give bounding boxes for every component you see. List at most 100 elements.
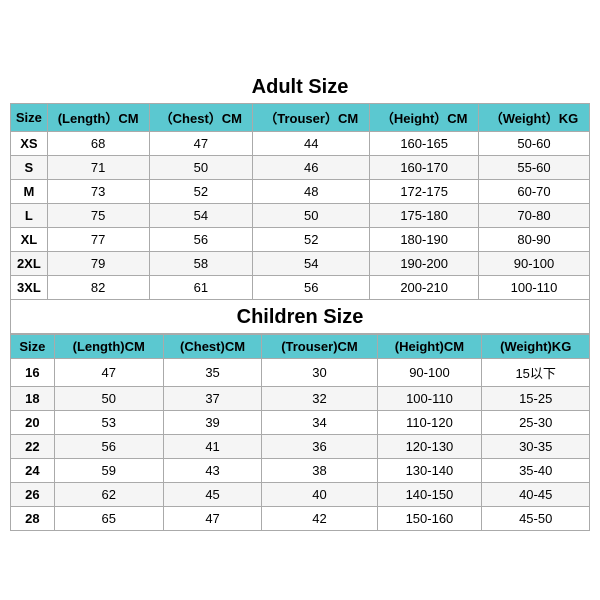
- table-cell: XS: [11, 131, 48, 155]
- adult-header-cell: （Weight）KG: [479, 103, 590, 131]
- table-cell: 140-150: [377, 482, 482, 506]
- table-cell: 172-175: [370, 179, 479, 203]
- table-cell: 200-210: [370, 275, 479, 299]
- table-cell: 39: [163, 410, 262, 434]
- adult-title: Adult Size: [10, 70, 590, 103]
- table-cell: 55-60: [479, 155, 590, 179]
- table-cell: 160-170: [370, 155, 479, 179]
- table-cell: 56: [253, 275, 370, 299]
- table-cell: 79: [47, 251, 149, 275]
- adult-section: Adult Size Size(Length）CM（Chest）CM（Trous…: [10, 70, 590, 300]
- table-cell: 30-35: [482, 434, 590, 458]
- children-title: Children Size: [10, 300, 590, 334]
- table-cell: 100-110: [377, 386, 482, 410]
- table-row: 20533934110-12025-30: [11, 410, 590, 434]
- table-cell: 40: [262, 482, 377, 506]
- table-row: M735248172-17560-70: [11, 179, 590, 203]
- table-cell: 44: [253, 131, 370, 155]
- size-chart: Adult Size Size (Length）CM（Chest）CM（Trous…: [10, 70, 590, 531]
- table-row: 2XL795854190-20090-100: [11, 251, 590, 275]
- children-header-cell: (Weight)KG: [482, 334, 590, 358]
- table-cell: 32: [262, 386, 377, 410]
- table-cell: 2XL: [11, 251, 48, 275]
- table-cell: 52: [149, 179, 253, 203]
- table-cell: L: [11, 203, 48, 227]
- table-cell: 16: [11, 358, 55, 386]
- table-cell: 48: [253, 179, 370, 203]
- table-cell: 47: [149, 131, 253, 155]
- children-header-cell: (Trouser)CM: [262, 334, 377, 358]
- table-cell: 42: [262, 506, 377, 530]
- table-cell: 90-100: [479, 251, 590, 275]
- table-cell: 62: [54, 482, 163, 506]
- table-cell: 22: [11, 434, 55, 458]
- adult-header-cell: （Trouser）CM: [253, 103, 370, 131]
- table-row: 22564136120-13030-35: [11, 434, 590, 458]
- table-cell: 82: [47, 275, 149, 299]
- table-cell: 25-30: [482, 410, 590, 434]
- table-cell: 40-45: [482, 482, 590, 506]
- table-cell: 3XL: [11, 275, 48, 299]
- table-cell: 61: [149, 275, 253, 299]
- table-cell: S: [11, 155, 48, 179]
- table-cell: 59: [54, 458, 163, 482]
- table-cell: 45: [163, 482, 262, 506]
- table-cell: 28: [11, 506, 55, 530]
- table-cell: M: [11, 179, 48, 203]
- table-row: 26624540140-15040-45: [11, 482, 590, 506]
- table-cell: 15-25: [482, 386, 590, 410]
- table-cell: 43: [163, 458, 262, 482]
- table-cell: 180-190: [370, 227, 479, 251]
- table-cell: 18: [11, 386, 55, 410]
- table-cell: 60-70: [479, 179, 590, 203]
- table-cell: 56: [54, 434, 163, 458]
- table-cell: 130-140: [377, 458, 482, 482]
- table-row: XS684744160-16550-60: [11, 131, 590, 155]
- table-cell: 30: [262, 358, 377, 386]
- table-cell: 20: [11, 410, 55, 434]
- table-cell: 45-50: [482, 506, 590, 530]
- table-row: 24594338130-14035-40: [11, 458, 590, 482]
- table-cell: 47: [163, 506, 262, 530]
- children-header-cell: Size: [11, 334, 55, 358]
- adult-header-cell: （Height）CM: [370, 103, 479, 131]
- table-row: 1647353090-10015以下: [11, 358, 590, 386]
- children-header-cell: (Length)CM: [54, 334, 163, 358]
- table-cell: 50: [253, 203, 370, 227]
- table-cell: 38: [262, 458, 377, 482]
- table-cell: 160-165: [370, 131, 479, 155]
- table-cell: 65: [54, 506, 163, 530]
- adult-header-cell: (Length）CM: [47, 103, 149, 131]
- table-cell: 50-60: [479, 131, 590, 155]
- table-cell: 175-180: [370, 203, 479, 227]
- adult-table: Size(Length）CM（Chest）CM（Trouser）CM（Heigh…: [10, 103, 590, 300]
- table-cell: 54: [149, 203, 253, 227]
- table-cell: 35: [163, 358, 262, 386]
- table-cell: 26: [11, 482, 55, 506]
- table-cell: 47: [54, 358, 163, 386]
- table-cell: 80-90: [479, 227, 590, 251]
- table-cell: 120-130: [377, 434, 482, 458]
- children-section: Children Size Size(Length)CM(Chest)CM(Tr…: [10, 300, 590, 531]
- table-cell: 34: [262, 410, 377, 434]
- table-row: 18503732100-11015-25: [11, 386, 590, 410]
- table-cell: 15以下: [482, 358, 590, 386]
- table-cell: 190-200: [370, 251, 479, 275]
- table-row: 28654742150-16045-50: [11, 506, 590, 530]
- table-cell: 53: [54, 410, 163, 434]
- table-cell: 150-160: [377, 506, 482, 530]
- table-cell: 54: [253, 251, 370, 275]
- table-cell: 52: [253, 227, 370, 251]
- table-cell: 24: [11, 458, 55, 482]
- table-cell: 35-40: [482, 458, 590, 482]
- table-cell: 41: [163, 434, 262, 458]
- table-cell: 73: [47, 179, 149, 203]
- children-header-cell: (Chest)CM: [163, 334, 262, 358]
- adult-header-cell: （Chest）CM: [149, 103, 253, 131]
- table-cell: 37: [163, 386, 262, 410]
- table-cell: 70-80: [479, 203, 590, 227]
- table-cell: 77: [47, 227, 149, 251]
- children-header-cell: (Height)CM: [377, 334, 482, 358]
- table-cell: 56: [149, 227, 253, 251]
- table-cell: 100-110: [479, 275, 590, 299]
